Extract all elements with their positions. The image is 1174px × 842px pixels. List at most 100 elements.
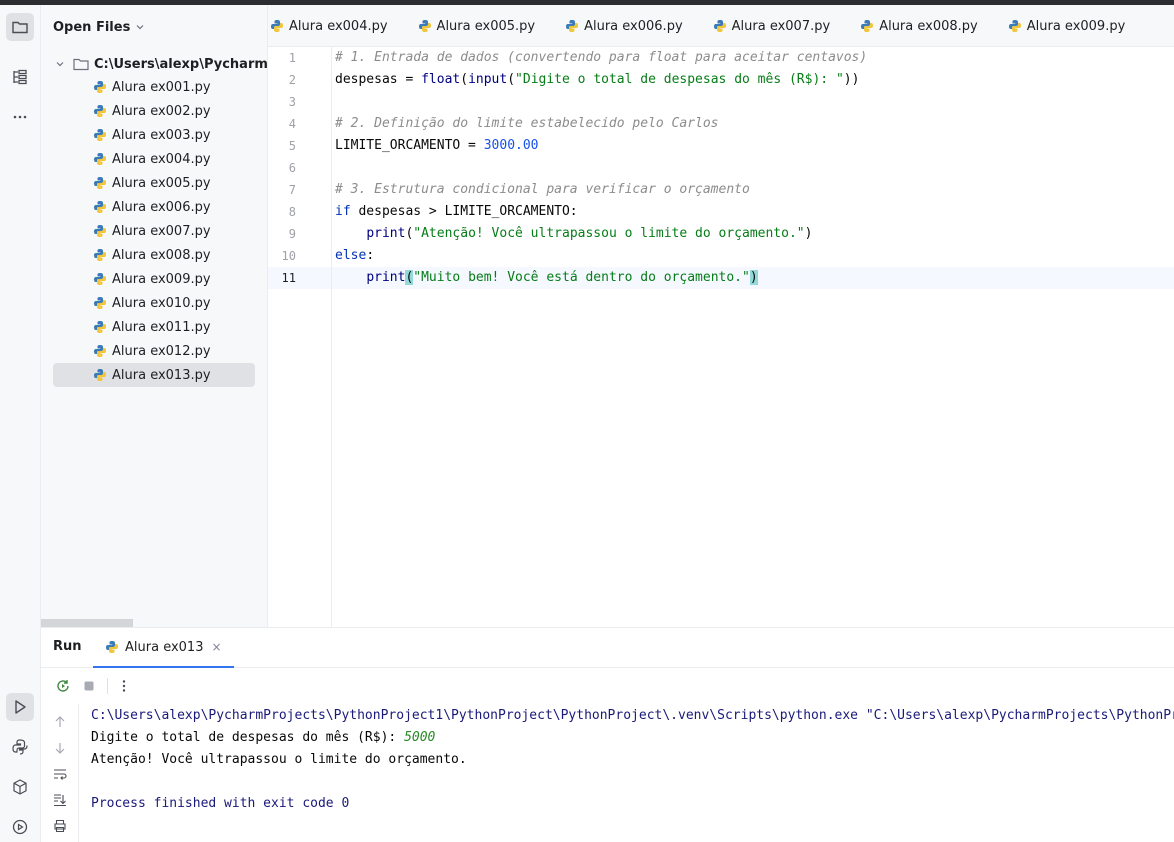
editor-tab[interactable]: Alura ex004.py (268, 5, 402, 46)
python-file-icon (1008, 20, 1021, 32)
code-line-5: LIMITE_ORCAMENTO = 3000.00 (335, 135, 1174, 157)
scroll-up-button[interactable] (51, 713, 69, 731)
python-file-icon (94, 249, 106, 261)
file-name: Alura ex008.py (112, 247, 211, 263)
more-tools-button[interactable] (6, 103, 34, 131)
editor-tab[interactable]: Alura ex008.py (858, 5, 992, 46)
python-file-icon (418, 20, 431, 32)
file-name: Alura ex009.py (112, 271, 211, 287)
project-panel: Open Files C:\Users\alexp\PycharmProj Al… (41, 5, 268, 627)
file-item[interactable]: Alura ex007.py (53, 219, 255, 243)
operator-token: = (460, 138, 484, 153)
structure-tool-button[interactable] (6, 63, 34, 91)
stop-button[interactable] (79, 676, 99, 696)
line-number: 9 (288, 227, 296, 241)
file-item[interactable]: Alura ex001.py (53, 75, 255, 99)
file-item[interactable]: Alura ex012.py (53, 339, 255, 363)
file-name: Alura ex013.py (112, 367, 211, 383)
code-line-9: print("Atenção! Você ultrapassou o limit… (335, 223, 1174, 245)
string-token: "Digite o total de despesas do mês (R$):… (515, 72, 844, 87)
editor-tab[interactable]: Alura ex006.py (563, 5, 697, 46)
console-side-toolbar (41, 704, 79, 842)
code-editor[interactable]: 1 2 3 4 5 6 7 8 9 10 11 # 1. Entrada de dados (con… (268, 47, 1174, 627)
scroll-to-end-icon (54, 794, 66, 807)
chevron-down-icon[interactable] (55, 59, 65, 69)
editor-tab-label: Alura ex005.py (436, 18, 536, 34)
line-number: 6 (288, 161, 296, 175)
matched-paren-token: ) (749, 270, 758, 285)
file-name: Alura ex004.py (112, 151, 211, 167)
python-file-icon (94, 273, 106, 285)
open-files-dropdown[interactable]: Open Files (53, 17, 145, 37)
python-file-icon (94, 201, 106, 213)
editor-tab-label: Alura ex004.py (289, 18, 388, 34)
python-file-icon (94, 177, 106, 189)
folder-icon (73, 58, 89, 71)
console-output[interactable]: C:\Users\alexp\PycharmProjects\PythonPro… (91, 705, 1174, 815)
project-tool-button[interactable] (6, 13, 34, 41)
operator-token: = (397, 72, 422, 87)
services-tool-button[interactable] (6, 813, 34, 841)
run-tab-label: Alura ex013 (125, 639, 204, 655)
code-content[interactable]: # 1. Entrada de dados (convertendo para … (335, 47, 1174, 289)
rerun-button[interactable] (53, 676, 73, 696)
file-item[interactable]: Alura ex011.py (53, 315, 255, 339)
scroll-down-button[interactable] (51, 739, 69, 757)
file-item[interactable]: Alura ex008.py (53, 243, 255, 267)
project-view-title: Open Files (53, 19, 131, 35)
expression-token: despesas > LIMITE_ORCAMENTO: (350, 204, 578, 219)
run-toolbar (41, 669, 1174, 703)
file-name: Alura ex002.py (112, 103, 211, 119)
project-root-node[interactable]: C:\Users\alexp\PycharmProj (55, 53, 267, 75)
file-name: Alura ex005.py (112, 175, 211, 191)
line-number: 3 (288, 95, 296, 109)
file-item[interactable]: Alura ex006.py (53, 195, 255, 219)
file-name: Alura ex010.py (112, 295, 211, 311)
code-line-4: # 2. Definição do limite estabelecido pe… (335, 113, 1174, 135)
string-token: "Atenção! Você ultrapassou o limite do o… (413, 226, 805, 241)
run-tab-alura-ex013[interactable]: Alura ex013 × (93, 628, 234, 668)
editor-tab-label: Alura ex007.py (731, 18, 831, 34)
python-packages-tool-button[interactable] (6, 773, 34, 801)
stop-icon (84, 681, 94, 691)
editor-tab-bar: Alura ex004.py Alura ex005.py Alura ex006.… (268, 5, 1174, 47)
string-token: "Muito bem! Você está dentro do orçament… (413, 270, 750, 285)
print-button[interactable] (51, 817, 69, 835)
soft-wrap-button[interactable] (51, 765, 69, 783)
file-item[interactable]: Alura ex009.py (53, 267, 255, 291)
variable-token: despesas (335, 72, 398, 87)
file-item[interactable]: Alura ex013.py (53, 363, 255, 387)
python-console-tool-button[interactable] (6, 733, 34, 761)
more-options-button[interactable] (114, 676, 134, 696)
run-panel-title: Run (53, 639, 82, 654)
run-tool-button[interactable] (6, 693, 34, 721)
python-file-icon (94, 297, 106, 309)
code-line-8: if despesas > LIMITE_ORCAMENTO: (335, 201, 1174, 223)
code-line-1: # 1. Entrada de dados (convertendo para … (335, 47, 1174, 69)
line-number-gutter: 1 2 3 4 5 6 7 8 9 10 11 (268, 47, 332, 627)
line-number: 2 (288, 73, 296, 87)
python-console-icon (12, 739, 28, 755)
scroll-to-end-button[interactable] (51, 791, 69, 809)
line-number: 4 (288, 117, 296, 131)
python-file-icon (713, 20, 726, 32)
file-item[interactable]: Alura ex003.py (53, 123, 255, 147)
editor-tab[interactable]: Alura ex007.py (711, 5, 845, 46)
file-item[interactable]: Alura ex004.py (53, 147, 255, 171)
constant-token: LIMITE_ORCAMENTO (335, 138, 461, 153)
editor-tab[interactable]: Alura ex009.py (1006, 5, 1140, 46)
close-icon[interactable]: × (211, 640, 221, 654)
line-number: 10 (281, 249, 296, 263)
project-horizontal-scrollbar[interactable] (41, 619, 133, 627)
file-item[interactable]: Alura ex005.py (53, 171, 255, 195)
paren-token: ( (507, 72, 516, 87)
editor-tab-label: Alura ex009.py (1026, 18, 1126, 34)
paren-token: ( (460, 72, 469, 87)
editor-tab[interactable]: Alura ex005.py (416, 5, 550, 46)
file-item[interactable]: Alura ex010.py (53, 291, 255, 315)
builtin-token: print (366, 270, 406, 285)
run-tool-window: Run Alura ex013 × C:\Users\alexp\Pycharm… (41, 627, 1174, 842)
file-item[interactable]: Alura ex002.py (53, 99, 255, 123)
